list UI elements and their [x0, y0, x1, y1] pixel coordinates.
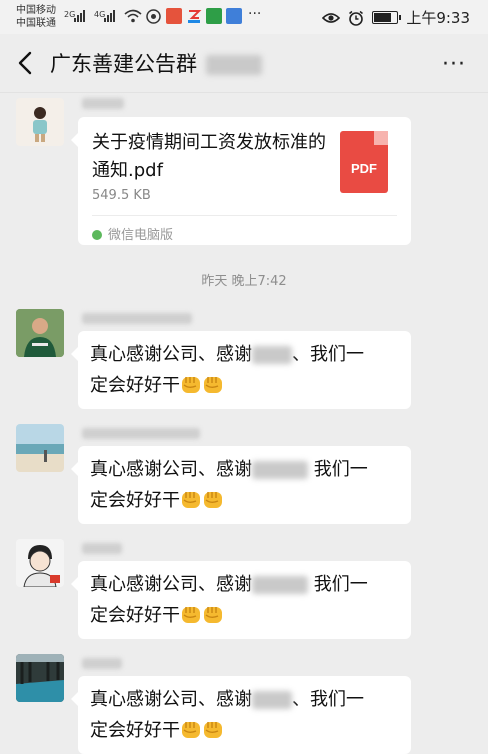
- message-text-line1: 真心感谢公司、感谢: [90, 344, 252, 365]
- signal-bars-1-icon: [74, 10, 85, 22]
- message-text-line2: 定会好好干: [90, 605, 180, 626]
- message-bubble[interactable]: 真心感谢公司、感谢 、我们一 定会好好干: [71, 676, 411, 754]
- carrier-2: 中国联通: [16, 18, 56, 29]
- more-notifications: ···: [248, 6, 262, 22]
- fist-emoji-icon: [204, 492, 222, 508]
- file-message-bubble[interactable]: 关于疫情期间工资发放标准的通知.pdf 549.5 KB PDF 微信电脑版: [71, 117, 411, 245]
- redacted-name: [252, 346, 292, 364]
- time-separator: 昨天 晚上7:42: [201, 274, 287, 289]
- redacted-sender-name: [82, 313, 192, 324]
- vpn-shield-icon: [146, 9, 161, 24]
- chat-title: 广东善建公告群: [50, 48, 262, 78]
- app-notification-icon-2: [188, 10, 202, 23]
- carrier-labels: 中国移动 中国联通: [16, 4, 56, 30]
- app-notification-icon-3: [206, 8, 222, 24]
- more-icon[interactable]: ···: [442, 52, 466, 77]
- battery-icon: [372, 11, 402, 24]
- pdf-icon-label: PDF: [351, 161, 377, 176]
- signal-bars-2-icon: [104, 10, 115, 22]
- file-source-label: 微信电脑版: [108, 228, 174, 243]
- message-bubble[interactable]: 真心感谢公司、感谢 我们一 定会好好干: [71, 561, 411, 639]
- file-size: 549.5 KB: [92, 188, 151, 203]
- message-text-line2: 定会好好干: [90, 720, 180, 741]
- redacted-name: [252, 691, 292, 709]
- message-text-line1: 真心感谢公司、感谢: [90, 459, 252, 480]
- message-text: 真心感谢公司、感谢 我们一 定会好好干: [90, 454, 400, 516]
- message-text: 真心感谢公司、感谢 我们一 定会好好干: [90, 569, 400, 631]
- fist-emoji-icon: [182, 492, 200, 508]
- redacted-name: [252, 461, 308, 479]
- app-notification-icon-1: [166, 8, 182, 24]
- fist-emoji-icon: [204, 722, 222, 738]
- message-text-line2: 定会好好干: [90, 490, 180, 511]
- clock: 上午9:33: [406, 9, 470, 27]
- app-notification-icon-4: [226, 8, 242, 24]
- wechat-pc-icon: [92, 230, 102, 240]
- chat-header: 广东善建公告群 ···: [0, 34, 488, 93]
- fist-emoji-icon: [182, 377, 200, 393]
- message-text-line2: 定会好好干: [90, 375, 180, 396]
- message-bubble[interactable]: 真心感谢公司、感谢 我们一 定会好好干: [71, 446, 411, 524]
- avatar[interactable]: [16, 309, 64, 357]
- redacted-title-suffix: [205, 55, 262, 75]
- fist-emoji-icon: [182, 722, 200, 738]
- divider: [92, 215, 397, 216]
- message-text: 真心感谢公司、感谢 、我们一 定会好好干: [90, 684, 400, 746]
- wifi-icon: [124, 9, 142, 23]
- message-text-line1-end: 、我们一: [292, 344, 364, 365]
- fist-emoji-icon: [182, 607, 200, 623]
- avatar[interactable]: [16, 654, 64, 702]
- message-bubble[interactable]: 真心感谢公司、感谢 、我们一 定会好好干: [71, 331, 411, 409]
- status-right: 上午9:33: [322, 7, 470, 28]
- message-text-line1: 真心感谢公司、感谢: [90, 689, 252, 710]
- fist-emoji-icon: [204, 377, 222, 393]
- message-text-line1-end: 我们一: [308, 574, 368, 595]
- redacted-name: [252, 576, 308, 594]
- redacted-sender-name: [82, 428, 200, 439]
- carrier-1: 中国移动: [16, 5, 56, 16]
- message-text-line1-end: 我们一: [308, 459, 368, 480]
- back-chevron-icon[interactable]: [14, 49, 38, 77]
- fist-emoji-icon: [204, 607, 222, 623]
- redacted-sender-name: [82, 543, 122, 554]
- avatar[interactable]: [16, 539, 64, 587]
- file-source: 微信电脑版: [92, 224, 173, 243]
- eye-icon: [322, 12, 341, 23]
- status-bar: 中国移动 中国联通 2G 4G ··· 上午9:33: [0, 0, 488, 34]
- chat-title-text: 广东善建公告群: [50, 52, 197, 76]
- message-text-line1-end: 、我们一: [292, 689, 364, 710]
- message-text-line1: 真心感谢公司、感谢: [90, 574, 252, 595]
- avatar[interactable]: [16, 98, 64, 146]
- avatar[interactable]: [16, 424, 64, 472]
- pdf-file-icon: PDF: [340, 131, 388, 193]
- redacted-sender-name: [82, 658, 122, 669]
- alarm-icon: [349, 10, 364, 26]
- redacted-sender-name: [82, 98, 124, 109]
- message-text: 真心感谢公司、感谢 、我们一 定会好好干: [90, 339, 400, 401]
- file-name: 关于疫情期间工资发放标准的通知.pdf: [92, 132, 326, 181]
